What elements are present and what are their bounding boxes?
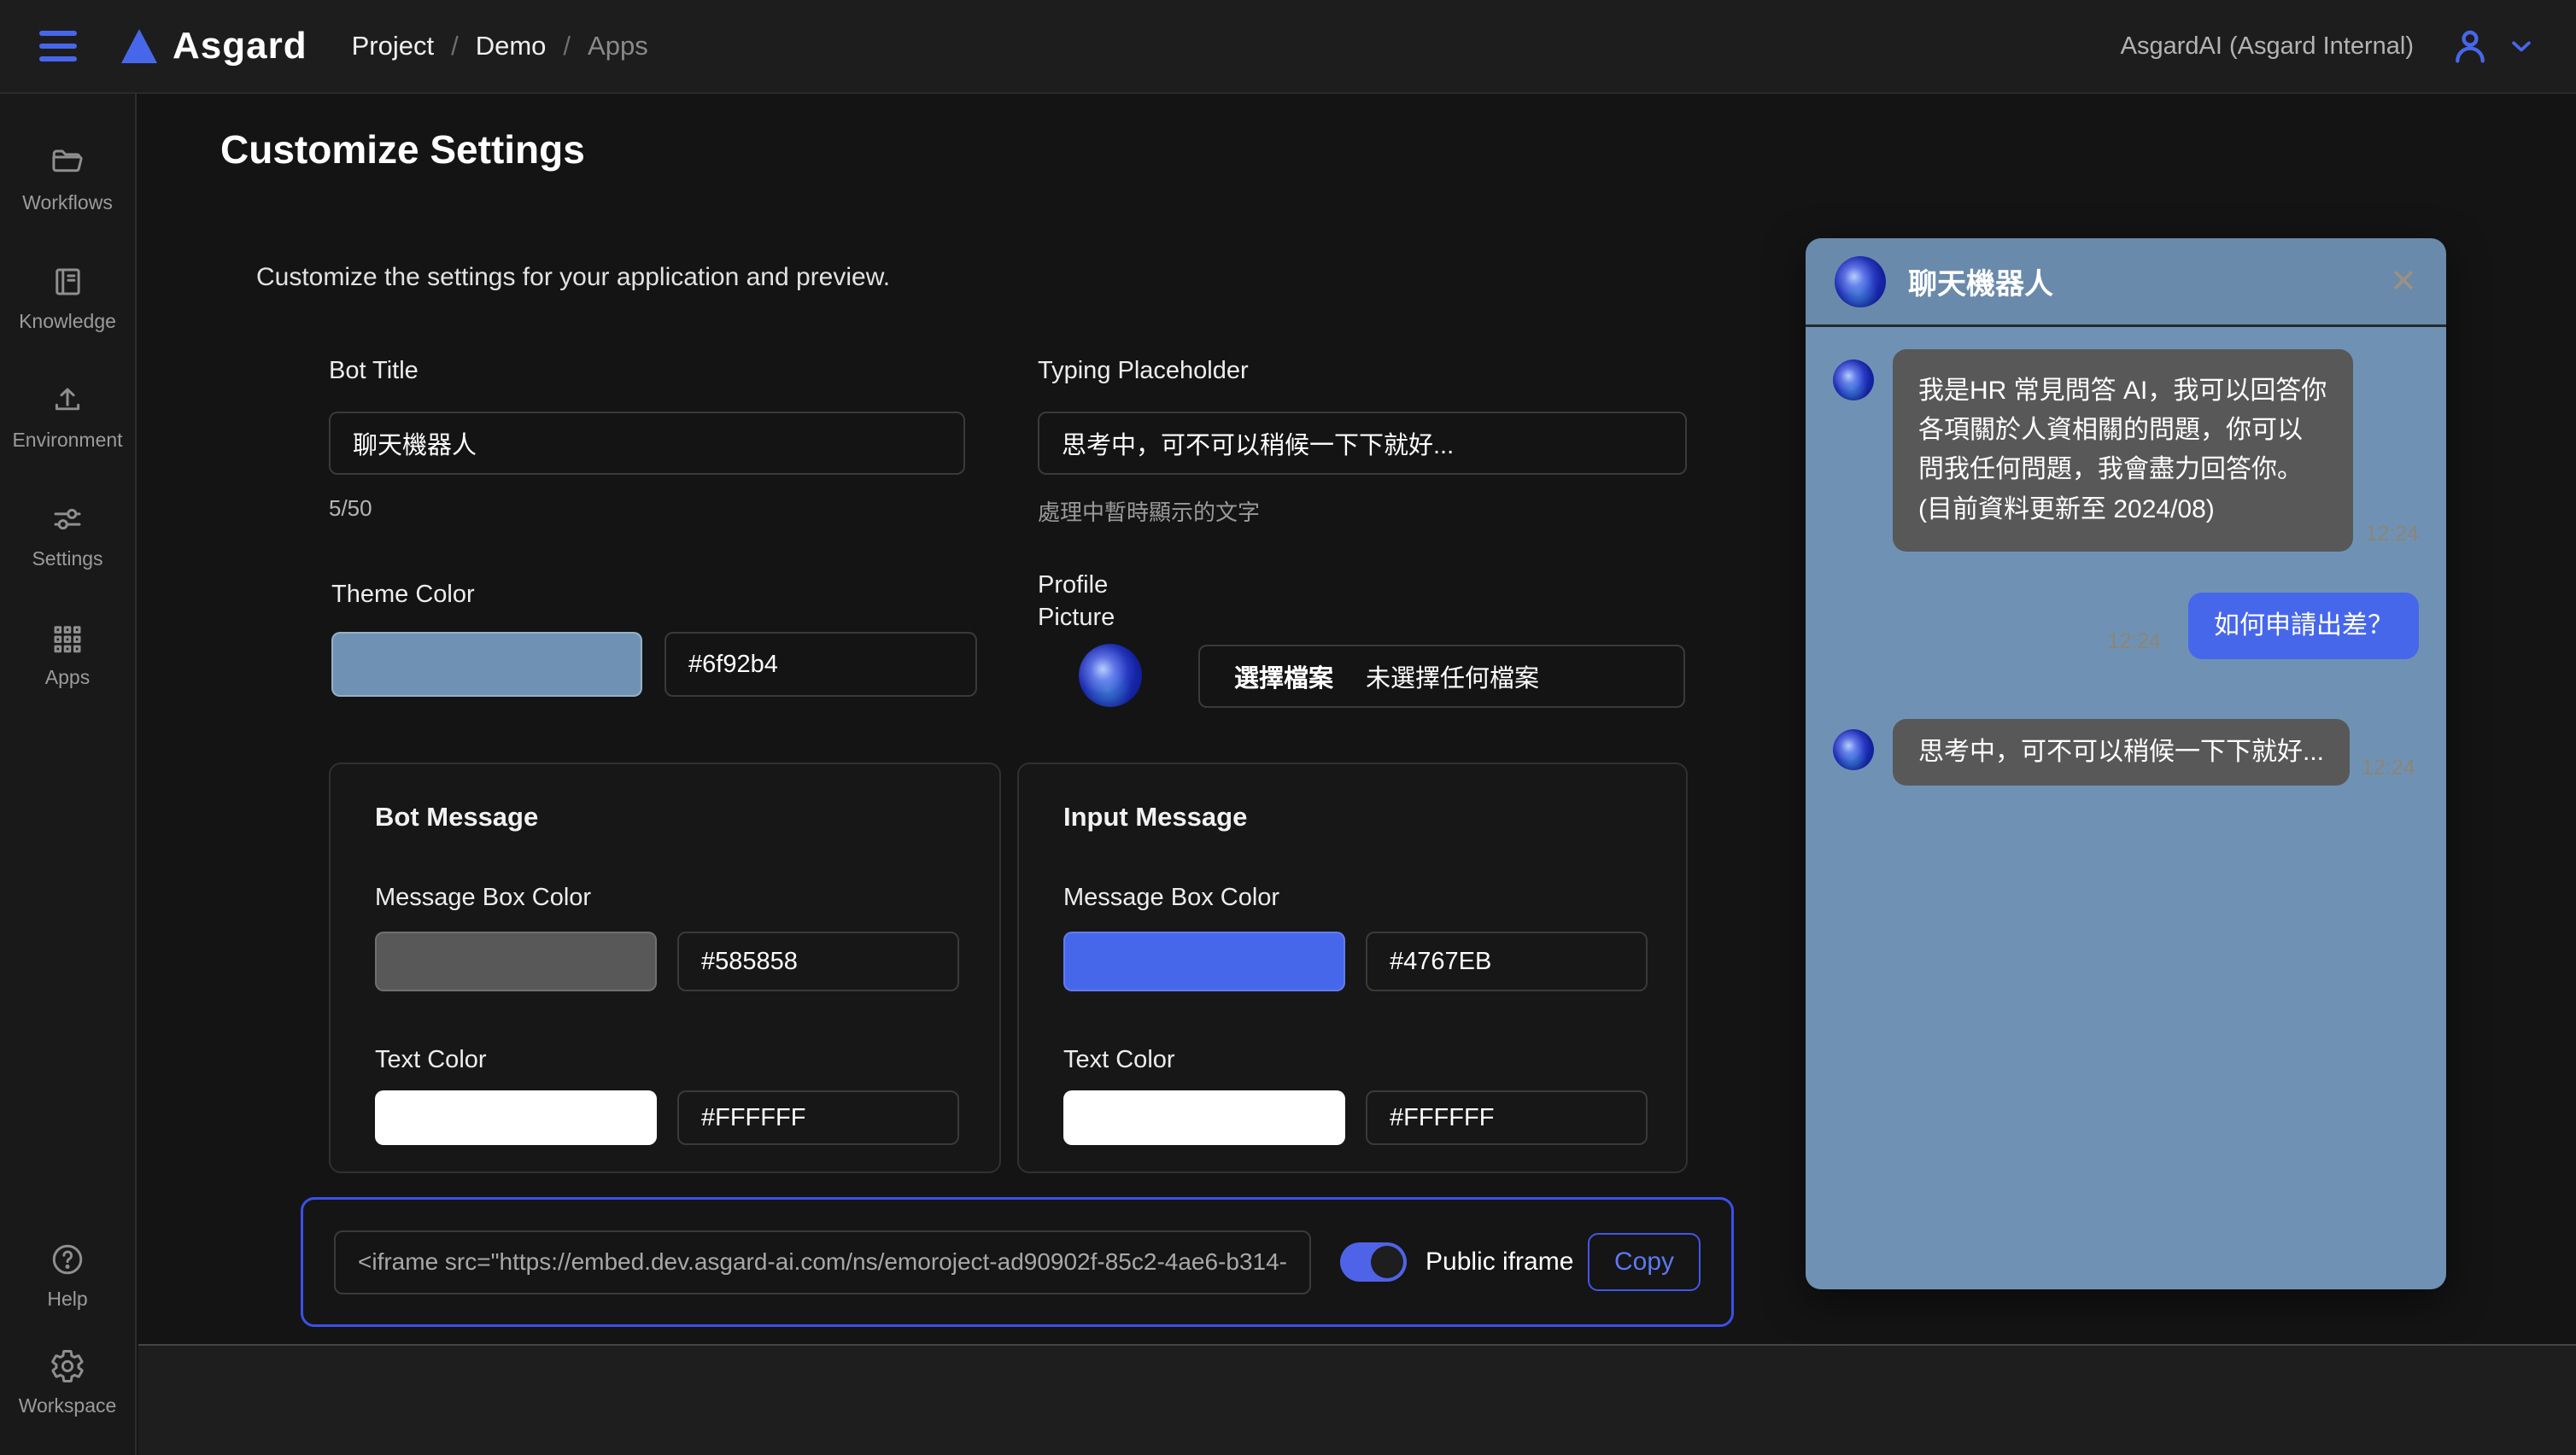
chevron-down-icon[interactable] — [2506, 31, 2537, 61]
bot-title-label: Bot Title — [329, 357, 419, 385]
theme-color-hex-input[interactable] — [664, 632, 977, 697]
file-status-text: 未選擇任何檔案 — [1366, 658, 1539, 694]
input-text-color-swatch[interactable] — [1063, 1090, 1345, 1145]
grid-apps-icon — [50, 620, 85, 656]
bot-message-bubble: 思考中，可不可以稍候一下下就好... — [1893, 719, 2350, 786]
main-content: Customize Settings Customize the setting… — [138, 94, 2576, 1455]
chat-header: 聊天機器人 ✕ — [1806, 238, 2446, 327]
bot-message-card-title: Bot Message — [375, 802, 955, 833]
public-iframe-toggle[interactable] — [1340, 1242, 1407, 1282]
page-title: Customize Settings — [220, 126, 585, 172]
breadcrumb-demo[interactable]: Demo — [476, 31, 547, 61]
input-box-color-label: Message Box Color — [1063, 884, 1279, 912]
bot-text-color-label: Text Color — [375, 1046, 487, 1074]
sidebar-item-label: Settings — [32, 547, 102, 570]
input-message-card-title: Input Message — [1063, 802, 1642, 833]
input-box-color-swatch[interactable] — [1063, 932, 1345, 991]
message-timestamp: 12:24 — [2107, 629, 2161, 654]
choose-file-button[interactable]: 選擇檔案 — [1234, 658, 1333, 694]
chat-message-user: 12:24 如何申請出差？ — [1833, 593, 2419, 659]
sidebar-item-knowledge[interactable]: Knowledge — [19, 264, 116, 333]
breadcrumb-separator: / — [563, 31, 571, 61]
breadcrumb-project[interactable]: Project — [352, 31, 434, 61]
bot-title-counter: 5/50 — [329, 495, 372, 522]
app-root: Asgard Project / Demo / Apps AsgardAI (A… — [0, 0, 2576, 1455]
chat-preview-panel: 聊天機器人 ✕ 我是HR 常見問答 AI，我可以回答你各項關於人資相關的問題，你… — [1806, 238, 2446, 1289]
asgard-logo[interactable]: Asgard — [121, 25, 307, 67]
chat-bot-avatar — [1833, 729, 1874, 770]
bot-message-card: Bot Message Message Box Color Text Color — [329, 763, 1001, 1173]
sidebar-item-label: Knowledge — [19, 310, 116, 333]
folder-icon — [50, 145, 85, 181]
chat-title: 聊天機器人 — [1908, 260, 2053, 302]
sliders-icon — [50, 501, 85, 537]
logo-text: Asgard — [173, 25, 307, 67]
message-timestamp: 12:24 — [2365, 522, 2419, 546]
sidebar-item-label: Help — [47, 1288, 87, 1311]
chat-bot-avatar — [1835, 256, 1886, 307]
theme-color-label: Theme Color — [331, 581, 475, 609]
public-iframe-label: Public iframe — [1426, 1248, 1573, 1277]
sidebar-item-label: Workspace — [19, 1394, 117, 1417]
user-message-bubble: 如何申請出差？ — [2188, 593, 2419, 659]
bot-message-bubble: 我是HR 常見問答 AI，我可以回答你各項關於人資相關的問題，你可以問我任何問題… — [1893, 349, 2353, 552]
book-icon — [50, 264, 85, 300]
top-header: Asgard Project / Demo / Apps AsgardAI (A… — [0, 0, 2576, 94]
input-text-color-hex-input[interactable] — [1366, 1090, 1648, 1145]
sidebar-item-settings[interactable]: Settings — [32, 501, 102, 570]
logo-triangle-icon — [121, 29, 157, 63]
breadcrumb-apps[interactable]: Apps — [588, 31, 648, 61]
copy-button[interactable]: Copy — [1588, 1233, 1701, 1291]
input-message-card: Input Message Message Box Color Text Col… — [1017, 763, 1688, 1173]
toggle-knob — [1371, 1246, 1403, 1278]
theme-color-swatch[interactable] — [331, 632, 642, 697]
sidebar-item-help[interactable]: Help — [47, 1242, 87, 1311]
chat-bot-avatar — [1833, 359, 1874, 400]
user-icon[interactable] — [2448, 24, 2492, 68]
page-subtitle: Customize the settings for your applicat… — [256, 263, 890, 292]
input-text-color-label: Text Color — [1063, 1046, 1175, 1074]
sidebar-item-label: Workflows — [22, 191, 113, 214]
account-label: AsgardAI (Asgard Internal) — [2121, 32, 2414, 61]
embed-iframe-section: Public iframe Copy — [301, 1197, 1734, 1327]
profile-picture-label: Profile Picture — [1038, 569, 1115, 634]
input-box-color-hex-input[interactable] — [1366, 932, 1648, 991]
footer-bar: Save — [138, 1346, 2576, 1455]
sidebar-item-label: Apps — [45, 666, 90, 689]
typing-placeholder-input[interactable] — [1038, 412, 1687, 475]
profile-picture-file-input[interactable]: 選擇檔案 未選擇任何檔案 — [1198, 645, 1685, 708]
sidebar: Workflows Knowledge Environment Settings… — [0, 94, 137, 1455]
chat-close-icon[interactable]: ✕ — [2390, 266, 2417, 298]
chat-message-bot: 我是HR 常見問答 AI，我可以回答你各項關於人資相關的問題，你可以問我任何問題… — [1833, 349, 2419, 552]
breadcrumb-separator: / — [451, 31, 459, 61]
upload-icon — [50, 383, 85, 418]
bot-box-color-label: Message Box Color — [375, 884, 591, 912]
typing-placeholder-label: Typing Placeholder — [1038, 357, 1249, 385]
account-menu[interactable]: AsgardAI (Asgard Internal) — [2121, 24, 2537, 68]
bot-text-color-swatch[interactable] — [375, 1090, 657, 1145]
chat-message-bot: 思考中，可不可以稍候一下下就好... 12:24 — [1833, 719, 2419, 786]
gear-icon — [50, 1348, 85, 1384]
bot-title-input[interactable] — [329, 412, 965, 475]
help-icon — [50, 1242, 85, 1277]
sidebar-item-apps[interactable]: Apps — [45, 620, 90, 689]
message-timestamp: 12:24 — [2362, 756, 2415, 780]
sidebar-item-workflows[interactable]: Workflows — [22, 145, 113, 214]
typing-placeholder-help: 處理中暫時顯示的文字 — [1038, 495, 1260, 527]
profile-picture-avatar — [1079, 644, 1142, 707]
sidebar-item-label: Environment — [12, 429, 122, 452]
sidebar-item-workspace[interactable]: Workspace — [19, 1348, 117, 1417]
hamburger-menu-icon[interactable] — [39, 31, 77, 61]
sidebar-item-environment[interactable]: Environment — [12, 383, 122, 452]
bot-box-color-hex-input[interactable] — [677, 932, 959, 991]
breadcrumb: Project / Demo / Apps — [352, 31, 648, 61]
chat-body: 我是HR 常見問答 AI，我可以回答你各項關於人資相關的問題，你可以問我任何問題… — [1806, 327, 2446, 808]
embed-code-input[interactable] — [334, 1230, 1311, 1294]
bot-box-color-swatch[interactable] — [375, 932, 657, 991]
bot-text-color-hex-input[interactable] — [677, 1090, 959, 1145]
